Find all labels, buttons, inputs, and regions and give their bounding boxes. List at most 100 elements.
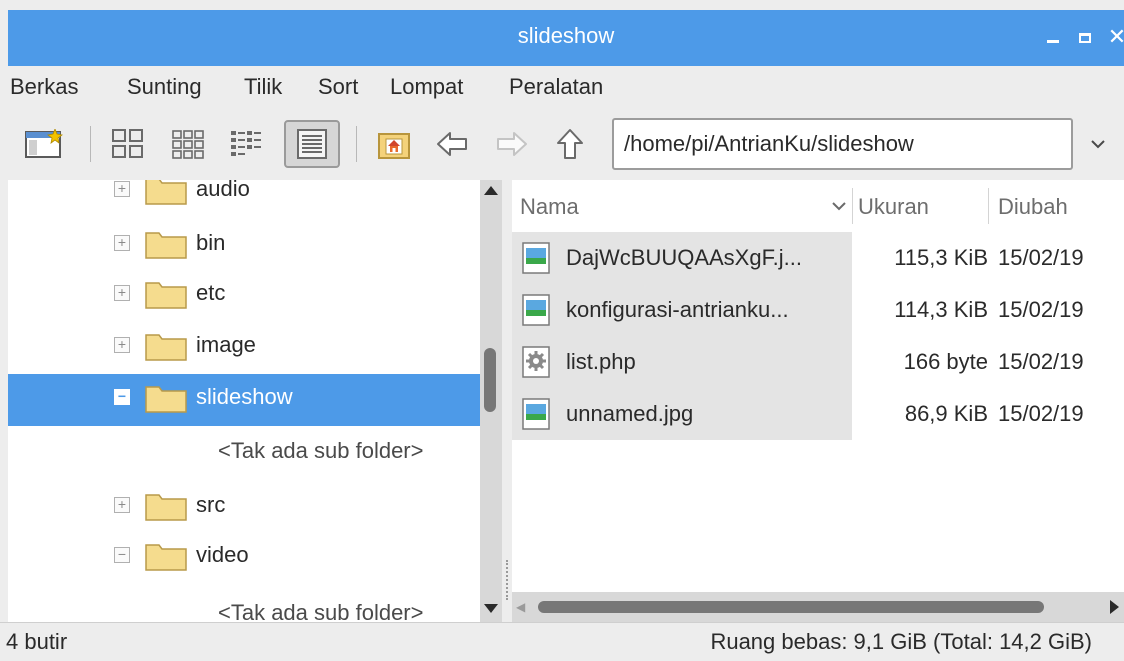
tree-empty-note: <Tak ada sub folder> [8, 428, 480, 478]
expand-icon[interactable]: + [114, 285, 130, 301]
list-header: Nama Ukuran Diubah [512, 180, 1124, 232]
address-dropdown-button[interactable] [1082, 128, 1114, 160]
compact-view-button[interactable] [222, 120, 270, 168]
file-modified: 15/02/19 [998, 245, 1084, 270]
tree-item-label: bin [196, 230, 226, 255]
no-subfolder-text: <Tak ada sub folder> [218, 600, 424, 622]
file-size: 86,9 KiB [904, 401, 988, 426]
scroll-up-arrow-icon[interactable] [484, 186, 498, 195]
scrollbar-thumb[interactable] [484, 348, 496, 412]
file-row[interactable]: list.php 166 byte 15/02/19 [512, 336, 1124, 388]
home-icon [378, 133, 410, 159]
new-window-button[interactable] [20, 120, 68, 168]
file-list: Nama Ukuran Diubah DajWcBUUQAAsXgF.j... … [512, 180, 1124, 592]
up-button[interactable] [546, 120, 594, 168]
pane-splitter[interactable] [502, 180, 512, 622]
expand-icon[interactable]: + [114, 497, 130, 513]
scroll-down-arrow-icon[interactable] [484, 604, 498, 613]
file-name: konfigurasi-antrianku... [566, 297, 789, 322]
detailed-list-view-icon [297, 129, 327, 159]
location-input[interactable] [614, 120, 1071, 168]
toolbar-separator [356, 126, 357, 162]
tree-item-etc[interactable]: + etc [8, 270, 480, 320]
list-horizontal-scrollbar[interactable]: ◀ [512, 592, 1124, 622]
column-header-modified[interactable]: Diubah [998, 194, 1068, 220]
status-bar: 4 butir Ruang bebas: 9,1 GiB (Total: 14,… [0, 622, 1124, 661]
expand-icon[interactable]: + [114, 235, 130, 251]
close-icon: ✕ [1107, 24, 1124, 49]
tree-item-label: etc [196, 280, 226, 305]
folder-icon [145, 544, 187, 571]
back-arrow-icon [437, 132, 467, 156]
tree-item-label: image [196, 332, 256, 357]
file-row[interactable]: DajWcBUUQAAsXgF.j... 115,3 KiB 15/02/19 [512, 232, 1124, 284]
menu-lompat[interactable]: Lompat [390, 74, 463, 100]
folder-icon [145, 180, 187, 205]
menu-berkas[interactable]: Berkas [10, 74, 78, 100]
file-row[interactable]: konfigurasi-antrianku... 114,3 KiB 15/02… [512, 284, 1124, 336]
icon-view-button[interactable] [104, 120, 152, 168]
tree-item-src[interactable]: + src [8, 482, 480, 532]
close-button[interactable]: ✕ [1102, 20, 1124, 54]
file-size: 166 byte [903, 349, 988, 374]
home-button[interactable] [370, 120, 418, 168]
minimize-button[interactable] [1038, 20, 1068, 54]
tree-vertical-scrollbar[interactable] [480, 180, 502, 622]
no-subfolder-text: <Tak ada sub folder> [218, 438, 424, 463]
scroll-right-arrow-icon[interactable] [1110, 600, 1119, 614]
file-size: 114,3 KiB [894, 297, 988, 322]
menu-sort[interactable]: Sort [318, 74, 358, 100]
compact-view-icon [231, 131, 261, 156]
tree-item-slideshow[interactable]: − slideshow [8, 374, 480, 426]
detailed-list-view-button[interactable] [284, 120, 340, 168]
folder-icon [145, 282, 187, 309]
thumbnail-view-icon [172, 130, 204, 159]
row-highlight [512, 336, 852, 388]
thumbnail-view-button[interactable] [164, 120, 212, 168]
tree-item-image[interactable]: + image [8, 322, 480, 372]
scrollbar-thumb[interactable] [538, 601, 1044, 613]
new-window-icon [25, 129, 63, 158]
column-separator [988, 188, 989, 224]
collapse-icon[interactable]: − [114, 389, 130, 405]
tree-item-audio[interactable]: + audio [8, 180, 480, 216]
folder-icon [145, 334, 187, 361]
file-modified: 15/02/19 [998, 401, 1084, 426]
sort-chevron-icon [832, 202, 846, 211]
column-header-name[interactable]: Nama [520, 194, 579, 220]
script-file-icon [522, 346, 550, 378]
back-button[interactable] [428, 120, 476, 168]
file-row[interactable]: unnamed.jpg 86,9 KiB 15/02/19 [512, 388, 1124, 440]
address-bar[interactable] [612, 118, 1073, 170]
expand-icon[interactable]: + [114, 337, 130, 353]
tree-item-label: video [196, 542, 249, 567]
file-modified: 15/02/19 [998, 297, 1084, 322]
chevron-down-icon [1091, 140, 1105, 149]
window-title: slideshow [517, 23, 615, 48]
tree-item-label: audio [196, 180, 250, 201]
tree-item-bin[interactable]: + bin [8, 220, 480, 270]
column-separator [852, 188, 853, 224]
menu-peralatan[interactable]: Peralatan [509, 74, 603, 100]
column-header-size[interactable]: Ukuran [858, 194, 929, 220]
menu-sunting[interactable]: Sunting [127, 74, 202, 100]
file-size: 115,3 KiB [894, 245, 988, 270]
maximize-button[interactable] [1070, 20, 1100, 54]
menu-tilik[interactable]: Tilik [244, 74, 282, 100]
collapse-icon[interactable]: − [114, 547, 130, 563]
up-arrow-icon [557, 129, 583, 159]
icon-view-icon [112, 129, 143, 158]
tree-item-video[interactable]: − video [8, 532, 480, 582]
scroll-left-arrow-icon[interactable]: ◀ [516, 600, 525, 614]
free-space: Ruang bebas: 9,1 GiB (Total: 14,2 GiB) [710, 629, 1092, 654]
menu-bar: Berkas Sunting Tilik Sort Lompat Peralat… [0, 66, 1124, 110]
folder-icon [145, 232, 187, 259]
tree-item-label: slideshow [196, 384, 293, 409]
tree-item-label: src [196, 492, 226, 517]
file-name: list.php [566, 349, 636, 374]
forward-button[interactable] [488, 120, 536, 168]
maximize-icon [1079, 33, 1091, 44]
file-name: DajWcBUUQAAsXgF.j... [566, 245, 802, 270]
expand-icon[interactable]: + [114, 181, 130, 197]
toolbar-separator [90, 126, 91, 162]
